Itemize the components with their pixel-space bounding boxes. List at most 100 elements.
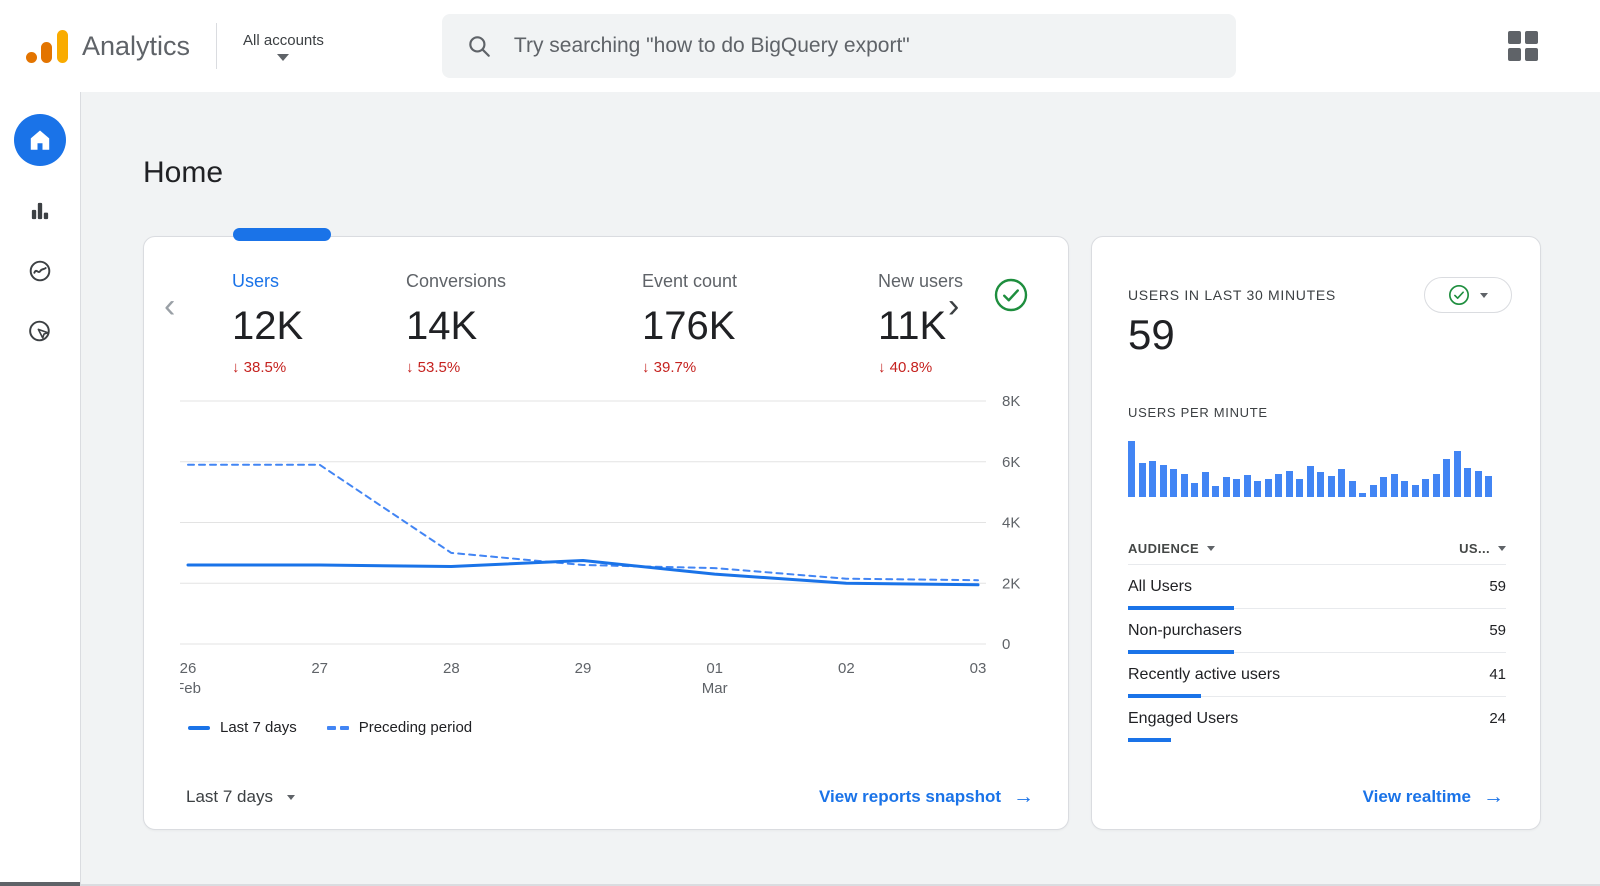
date-range-selector[interactable]: Last 7 days	[186, 787, 295, 807]
metric-label: Event count	[642, 271, 878, 292]
minute-bar	[1149, 461, 1156, 497]
minute-bar	[1233, 479, 1240, 497]
minute-bar	[1254, 481, 1261, 497]
metric-users[interactable]: Users12K↓ 38.5%	[232, 271, 406, 376]
minute-bar	[1454, 451, 1461, 497]
metric-label: Conversions	[406, 271, 642, 292]
minute-bar	[1202, 472, 1209, 497]
chevron-down-icon	[287, 795, 295, 800]
chart-legend: Last 7 days Preceding period	[188, 719, 472, 736]
minute-bar	[1349, 481, 1356, 497]
minute-bar	[1443, 459, 1450, 497]
view-reports-snapshot-link[interactable]: View reports snapshot →	[819, 785, 1034, 809]
minute-bar	[1359, 493, 1366, 498]
check-circle-icon	[1448, 284, 1470, 306]
audience-count: 59	[1489, 622, 1506, 639]
minute-bar	[1212, 486, 1219, 497]
svg-text:03: 03	[970, 660, 987, 677]
sidebar-item-home[interactable]	[14, 114, 66, 166]
minute-bar	[1317, 472, 1324, 497]
audience-name: Engaged Users	[1128, 710, 1238, 728]
bar-chart-icon	[27, 198, 53, 224]
solid-line-swatch	[188, 726, 210, 730]
sidebar-item-reports[interactable]	[25, 196, 55, 226]
analytics-logo-icon[interactable]	[26, 30, 68, 63]
realtime-title: USERS IN LAST 30 MINUTES	[1128, 287, 1336, 303]
account-selector[interactable]: All accounts	[243, 32, 324, 61]
minute-bar	[1275, 474, 1282, 498]
active-tab-indicator	[233, 228, 331, 241]
explore-icon	[27, 258, 53, 284]
metric-value: 14K	[406, 304, 642, 349]
minute-bar	[1391, 474, 1398, 498]
legend-preceding-period: Preceding period	[327, 719, 472, 736]
apps-grid-icon[interactable]	[1508, 31, 1538, 61]
audience-table: AUDIENCE US... All Users59Non-purchasers…	[1128, 533, 1506, 741]
metric-conversions[interactable]: Conversions14K↓ 53.5%	[406, 271, 642, 376]
carousel-next-button[interactable]: ›	[942, 289, 965, 323]
minute-bar	[1433, 474, 1440, 498]
minute-bar	[1160, 465, 1167, 497]
svg-text:6K: 6K	[1002, 454, 1020, 471]
audience-table-header: AUDIENCE US...	[1128, 533, 1506, 565]
audience-row[interactable]: Recently active users41	[1128, 653, 1506, 697]
audience-name: Non-purchasers	[1128, 622, 1242, 640]
metric-event-count[interactable]: Event count176K↓ 39.7%	[642, 271, 878, 376]
dashed-line-swatch	[327, 726, 349, 730]
data-quality-check-icon[interactable]	[993, 277, 1029, 313]
svg-text:01Mar: 01Mar	[702, 660, 728, 697]
minute-bar	[1475, 471, 1482, 497]
app-header: Analytics All accounts	[0, 0, 1600, 92]
search-bar[interactable]	[442, 14, 1236, 78]
advertising-cursor-icon	[27, 318, 53, 344]
minute-bar	[1223, 477, 1230, 497]
sort-caret-icon	[1207, 546, 1215, 551]
view-realtime-link[interactable]: View realtime →	[1363, 785, 1504, 809]
audience-column-header[interactable]: AUDIENCE	[1128, 541, 1215, 556]
metrics-row: Users12K↓ 38.5%Conversions14K↓ 53.5%Even…	[232, 271, 964, 376]
svg-text:02: 02	[838, 660, 855, 677]
users-per-minute-chart	[1128, 437, 1492, 497]
date-range-label: Last 7 days	[186, 787, 273, 807]
minute-bar	[1422, 479, 1429, 497]
audience-name: Recently active users	[1128, 666, 1280, 684]
header-divider	[216, 23, 217, 69]
minute-bar	[1412, 485, 1419, 497]
minute-bar	[1244, 475, 1251, 497]
metric-value: 176K	[642, 304, 878, 349]
arrow-right-icon: →	[1013, 785, 1034, 809]
search-icon	[466, 33, 492, 59]
search-input[interactable]	[512, 33, 1236, 59]
minute-bar	[1370, 485, 1377, 497]
logo-dot	[26, 52, 37, 63]
account-selector-label: All accounts	[243, 32, 324, 49]
metric-label: Users	[232, 271, 406, 292]
svg-text:0: 0	[1002, 636, 1010, 653]
svg-text:29: 29	[575, 660, 592, 677]
users-column-header[interactable]: US...	[1459, 541, 1506, 556]
minute-bar	[1128, 441, 1135, 497]
down-arrow-icon: ↓	[878, 359, 886, 376]
link-label: View realtime	[1363, 787, 1471, 807]
down-arrow-icon: ↓	[232, 359, 240, 376]
carousel-prev-button[interactable]: ‹	[158, 289, 181, 323]
audience-count: 24	[1489, 710, 1506, 727]
audience-row[interactable]: All Users59	[1128, 565, 1506, 609]
svg-text:28: 28	[443, 660, 460, 677]
svg-text:2K: 2K	[1002, 575, 1020, 592]
realtime-card: USERS IN LAST 30 MINUTES 59 USERS PER MI…	[1091, 236, 1541, 830]
logo-bar	[41, 42, 52, 63]
audience-row[interactable]: Engaged Users 24	[1128, 697, 1506, 741]
down-arrow-icon: ↓	[642, 359, 650, 376]
realtime-status-selector[interactable]	[1424, 277, 1512, 313]
metric-value: 12K	[232, 304, 406, 349]
audience-count: 59	[1489, 578, 1506, 595]
sidebar-item-explore[interactable]	[25, 256, 55, 286]
realtime-card-header: USERS IN LAST 30 MINUTES	[1128, 277, 1512, 313]
legend-label: Preceding period	[359, 719, 472, 736]
app-name: Analytics	[82, 31, 190, 62]
audience-row[interactable]: Non-purchasers 59	[1128, 609, 1506, 653]
main-content: Home ‹ Users12K↓ 38.5%Conversions14K↓ 53…	[81, 92, 1600, 886]
svg-text:8K: 8K	[1002, 393, 1020, 410]
sidebar-item-advertising[interactable]	[25, 316, 55, 346]
